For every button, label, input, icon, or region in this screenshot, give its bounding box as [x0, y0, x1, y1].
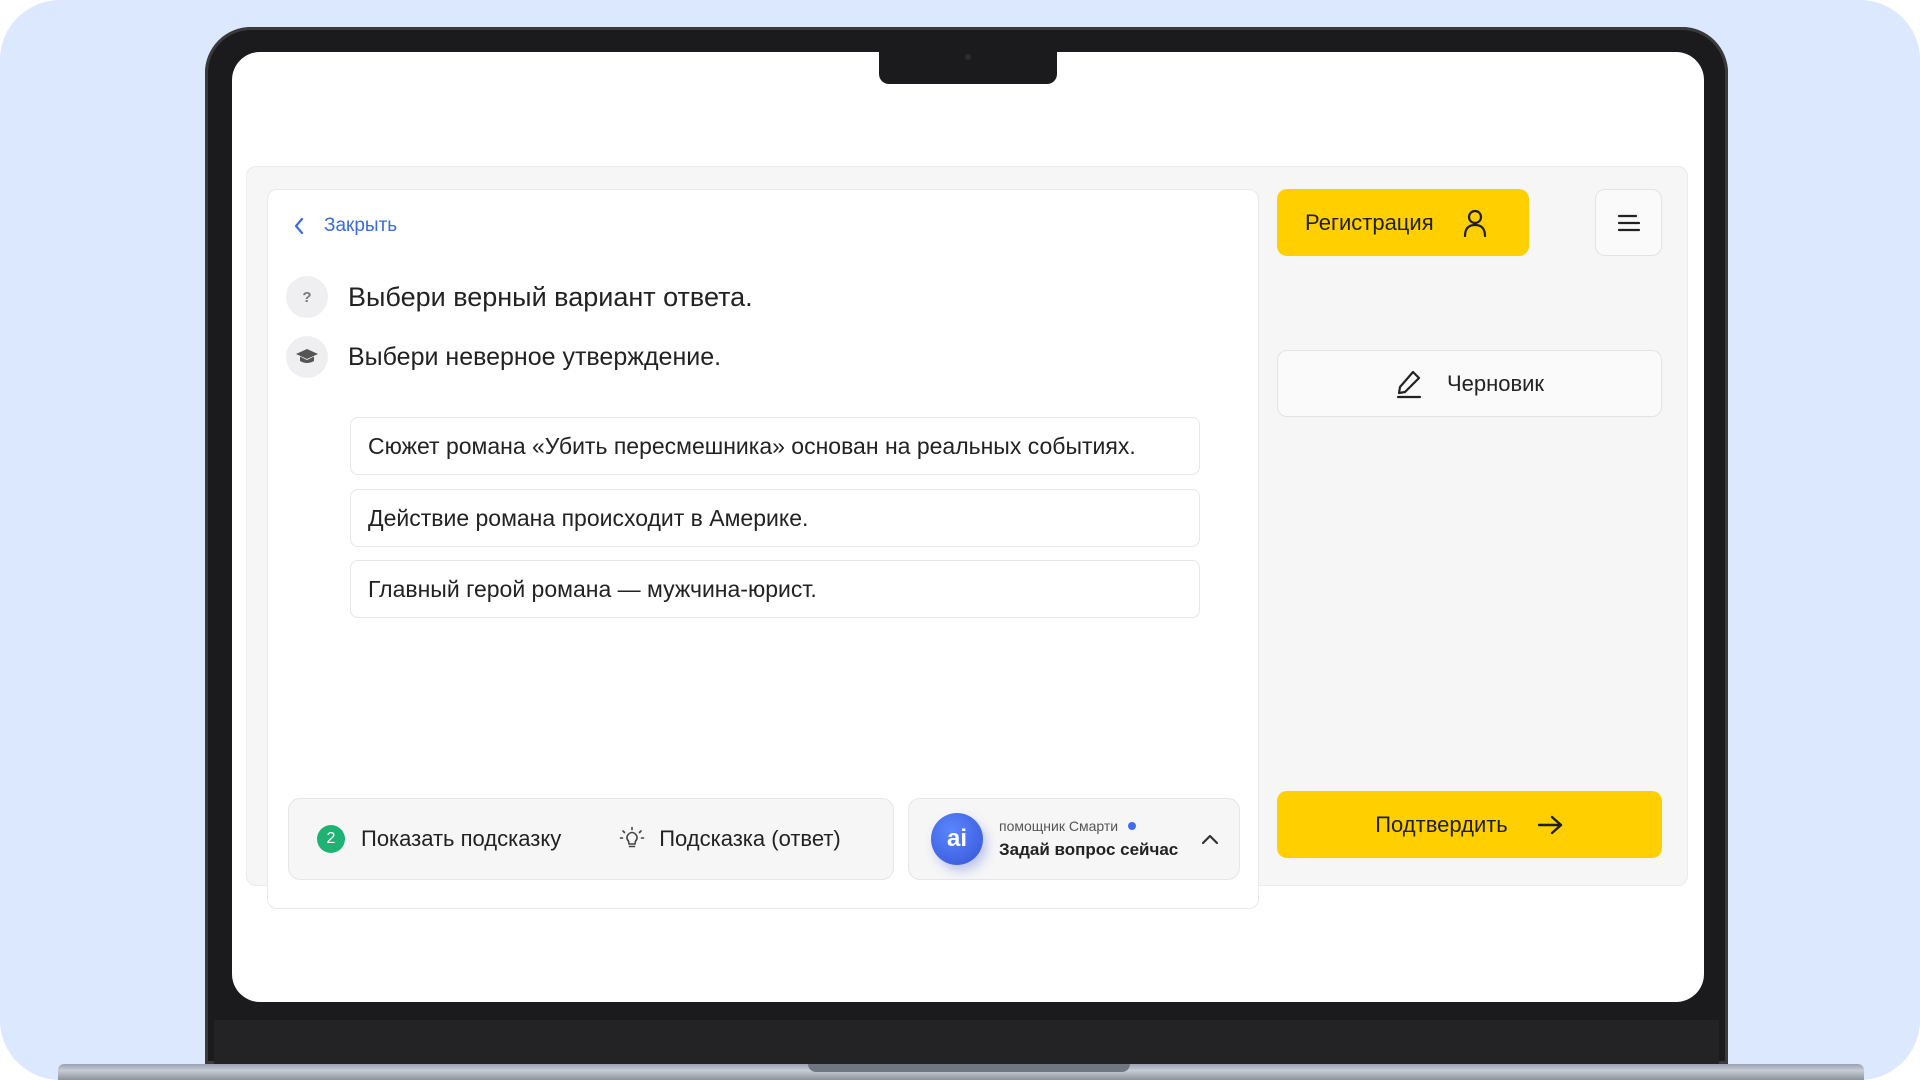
user-icon — [1463, 209, 1486, 237]
instruction-row: ? Выбери верный вариант ответа. — [286, 276, 753, 318]
graduation-cap-icon — [286, 336, 328, 378]
chevron-up-icon[interactable] — [1200, 832, 1220, 846]
ai-assistant-widget[interactable]: ai помощник Смарти Задай вопрос сейчас — [908, 798, 1240, 880]
subinstruction-row: Выбери неверное утверждение. — [286, 336, 721, 378]
task-instruction: Выбери верный вариант ответа. — [348, 281, 753, 312]
answer-option-2[interactable]: Действие романа происходит в Америке. — [350, 489, 1200, 547]
register-button[interactable]: Регистрация — [1277, 189, 1529, 256]
confirm-button[interactable]: Подтвердить — [1277, 791, 1662, 858]
online-indicator-icon — [1128, 822, 1137, 830]
close-link[interactable]: Закрыть — [292, 212, 397, 240]
menu-button[interactable] — [1595, 189, 1662, 256]
chevron-left-icon — [294, 217, 304, 235]
close-label: Закрыть — [324, 215, 398, 236]
camera-notch — [879, 52, 1057, 84]
ai-caption-row: помощник Смарти — [999, 818, 1178, 834]
task-subinstruction: Выбери неверное утверждение. — [348, 342, 722, 371]
question-icon-glyph: ? — [302, 288, 312, 306]
answer-hint-button[interactable]: Подсказка (ответ) — [619, 826, 841, 852]
ai-caption: помощник Смарти — [999, 818, 1119, 834]
show-hint-label: Показать подсказку — [361, 826, 562, 851]
ai-assistant-text: помощник Смарти Задай вопрос сейчас — [999, 818, 1178, 860]
show-hint-button[interactable]: 2 Показать подсказку — [317, 825, 561, 853]
confirm-label: Подтвердить — [1375, 811, 1508, 837]
task-card: Закрыть ? Выбери верный вариант ответа. … — [267, 189, 1259, 909]
menu-icon — [1617, 214, 1640, 231]
pencil-icon — [1396, 370, 1422, 398]
app-area: Закрыть ? Выбери верный вариант ответа. … — [246, 166, 1688, 909]
question-icon: ? — [286, 276, 328, 318]
laptop-bezel-chin — [214, 1020, 1719, 1064]
draft-label: Черновик — [1446, 370, 1545, 396]
ai-prompt: Задай вопрос сейчас — [999, 840, 1179, 859]
hint-bar: 2 Показать подсказку Подсказка (ответ) — [288, 798, 894, 880]
lightbulb-icon — [619, 826, 645, 848]
answer-hint-label: Подсказка (ответ) — [659, 826, 841, 851]
ai-avatar: ai — [931, 813, 983, 865]
hint-count-badge: 2 — [317, 825, 345, 853]
answer-option-3[interactable]: Главный герой романа — мужчина-юрист. — [350, 560, 1200, 618]
register-label: Регистрация — [1305, 209, 1434, 235]
laptop-base-notch — [808, 1064, 1130, 1072]
answer-option-1[interactable]: Сюжет романа «Убить пересмешника» основа… — [350, 417, 1200, 475]
arrow-right-icon — [1537, 815, 1562, 834]
draft-button[interactable]: Черновик — [1277, 350, 1662, 417]
laptop-screen: Закрыть ? Выбери верный вариант ответа. … — [232, 52, 1704, 1002]
camera-icon — [965, 54, 971, 60]
